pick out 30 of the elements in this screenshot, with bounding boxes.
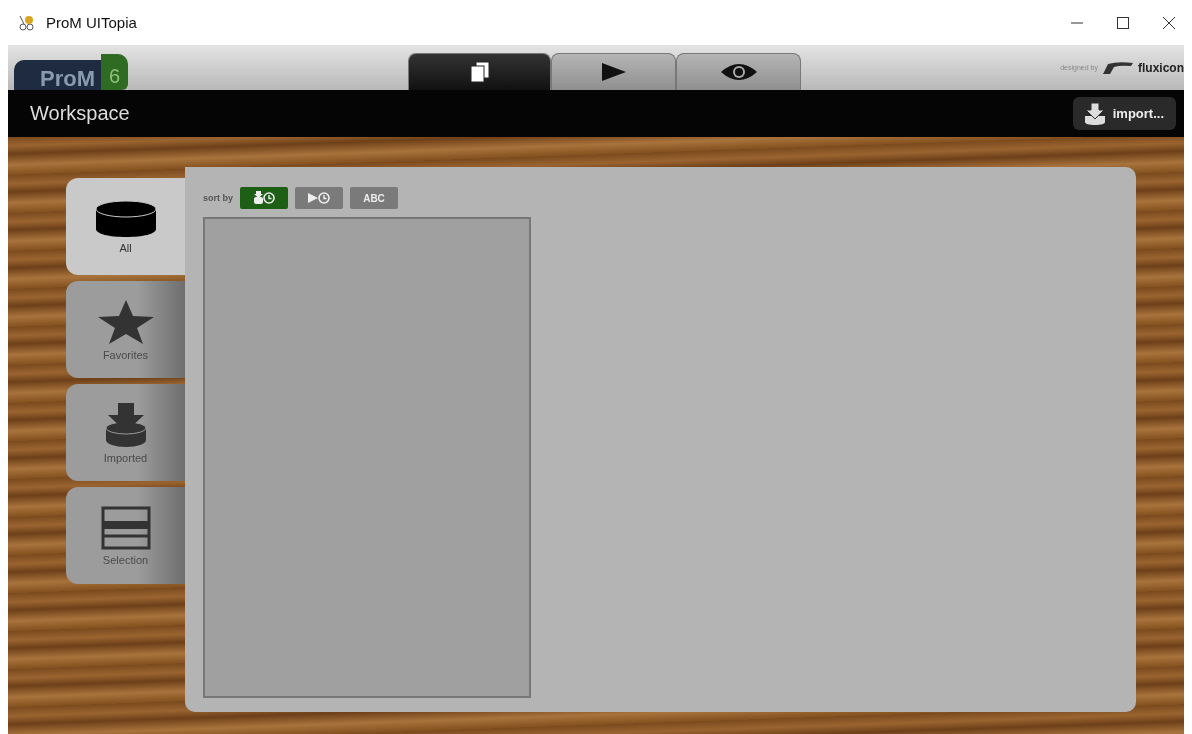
sort-label: sort by bbox=[203, 193, 233, 203]
import-time-icon bbox=[252, 191, 276, 205]
window-title: ProM UITopia bbox=[46, 14, 138, 31]
perspective-tab[interactable] bbox=[676, 53, 801, 90]
category-tab[interactable]: Favorites bbox=[66, 281, 185, 378]
app-icon bbox=[18, 13, 36, 32]
star-icon bbox=[96, 298, 155, 345]
sort-button[interactable] bbox=[295, 187, 343, 209]
sort-button[interactable] bbox=[240, 187, 288, 209]
category-tab[interactable]: Selection bbox=[66, 487, 185, 584]
sort-button[interactable]: ABC bbox=[350, 187, 398, 209]
category-tab[interactable]: All bbox=[66, 178, 185, 275]
brand-logo-icon bbox=[1102, 61, 1134, 74]
eye-icon bbox=[719, 62, 758, 82]
rows-icon bbox=[100, 505, 151, 550]
perspective-tab[interactable] bbox=[551, 53, 676, 90]
perspective-tab[interactable] bbox=[408, 53, 551, 90]
brand-name: fluxicon bbox=[1138, 60, 1184, 75]
maximize-icon bbox=[1117, 16, 1129, 29]
close-icon bbox=[1163, 16, 1175, 29]
category-tab[interactable]: Imported bbox=[66, 384, 185, 481]
play-time-icon bbox=[307, 191, 331, 205]
documents-icon bbox=[468, 61, 491, 83]
import-button[interactable]: import... bbox=[1072, 97, 1176, 130]
database-icon bbox=[94, 199, 157, 238]
logo-version: 6 bbox=[101, 54, 129, 90]
import-icon bbox=[1082, 101, 1107, 126]
workspace-title: Workspace bbox=[30, 102, 130, 125]
play-icon bbox=[600, 62, 627, 82]
logo-name: ProM bbox=[14, 60, 101, 90]
